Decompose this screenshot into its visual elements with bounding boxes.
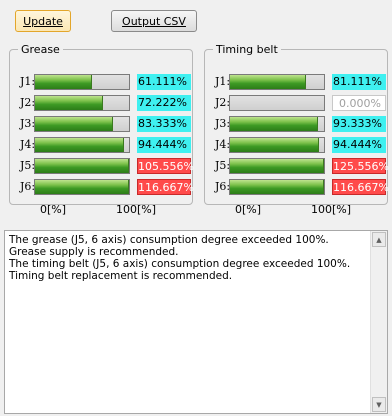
belt-row-j6: J6: 116.667%: [205, 178, 389, 199]
grease-scale-min: 0[%]: [40, 203, 67, 216]
belt-j1-label: J1:: [215, 75, 231, 88]
belt-j6-bar-fill: [230, 180, 324, 194]
belt-j1-value: 81.111%: [332, 74, 386, 90]
grease-j4-bar: [34, 137, 130, 153]
grease-j5-bar: [34, 158, 130, 174]
belt-j1-bar: [229, 74, 325, 90]
belt-scale-min: 0[%]: [235, 203, 262, 216]
belt-rows: J1: 81.111% J2: 0.000% J3: 93.333% J4: 9…: [205, 73, 389, 199]
timing-belt-group: Timing belt J1: 81.111% J2: 0.000% J3: 9…: [204, 43, 389, 216]
belt-j3-bar: [229, 116, 325, 132]
grease-j4-value: 94.444%: [137, 137, 191, 153]
belt-j2-bar: [229, 95, 325, 111]
grease-row-j2: J2: 72.222%: [10, 94, 192, 115]
scroll-down-arrow-icon[interactable]: ▼: [372, 397, 386, 412]
belt-row-j2: J2: 0.000%: [205, 94, 387, 115]
grease-j1-bar: [34, 74, 130, 90]
grease-j5-value: 105.556%: [137, 158, 194, 174]
belt-j3-label: J3:: [215, 117, 231, 130]
timing-belt-group-title: Timing belt: [216, 43, 278, 56]
message-log[interactable]: The grease (J5, 6 axis) consumption degr…: [4, 230, 388, 414]
belt-j5-value: 125.556%: [332, 158, 389, 174]
grease-j1-bar-fill: [35, 75, 93, 89]
grease-j4-label: J4:: [20, 138, 36, 151]
grease-row-j3: J3: 83.333%: [10, 115, 192, 136]
belt-j6-value: 116.667%: [332, 179, 389, 195]
grease-j6-label: J6:: [20, 180, 36, 193]
belt-j5-bar-fill: [230, 159, 324, 173]
output-csv-button[interactable]: Output CSV: [111, 10, 197, 32]
grease-j1-label: J1:: [20, 75, 36, 88]
grease-j6-bar: [34, 179, 130, 195]
grease-row-j5: J5: 105.556%: [10, 157, 194, 178]
output-csv-button-label: Output CSV: [122, 14, 186, 28]
grease-row-j4: J4: 94.444%: [10, 136, 192, 157]
belt-j2-value: 0.000%: [332, 95, 386, 111]
grease-j2-label: J2:: [20, 96, 36, 109]
grease-j6-bar-fill: [35, 180, 129, 194]
belt-j5-bar: [229, 158, 325, 174]
grease-group-title: Grease: [21, 43, 60, 56]
belt-row-j5: J5: 125.556%: [205, 157, 389, 178]
belt-j3-bar-fill: [230, 117, 318, 131]
message-log-scrollbar[interactable]: ▲ ▼: [370, 231, 387, 413]
message-log-text: The grease (J5, 6 axis) consumption degr…: [9, 234, 351, 282]
belt-j4-bar: [229, 137, 325, 153]
belt-j2-label: J2:: [215, 96, 231, 109]
belt-j1-bar-fill: [230, 75, 307, 89]
belt-row-j1: J1: 81.111%: [205, 73, 387, 94]
belt-j4-bar-fill: [230, 138, 319, 152]
grease-row-j6: J6: 116.667%: [10, 178, 194, 199]
belt-j3-value: 93.333%: [332, 116, 386, 132]
grease-j3-label: J3:: [20, 117, 36, 130]
belt-j4-value: 94.444%: [332, 137, 386, 153]
belt-j4-label: J4:: [215, 138, 231, 151]
belt-j6-label: J6:: [215, 180, 231, 193]
scroll-up-arrow-icon[interactable]: ▲: [372, 232, 386, 247]
update-button-label: Update: [23, 14, 63, 28]
grease-group: Grease J1: 61.111% J2: 72.222% J3: 83.33…: [9, 43, 194, 216]
grease-j6-value: 116.667%: [137, 179, 194, 195]
update-button[interactable]: Update: [15, 10, 71, 32]
grease-j2-bar-fill: [35, 96, 103, 110]
grease-j2-bar: [34, 95, 130, 111]
grease-j3-bar: [34, 116, 130, 132]
belt-scale-max: 100[%]: [311, 203, 352, 216]
grease-row-j1: J1: 61.111%: [10, 73, 192, 94]
belt-row-j3: J3: 93.333%: [205, 115, 387, 136]
grease-scale-max: 100[%]: [116, 203, 157, 216]
grease-j3-value: 83.333%: [137, 116, 191, 132]
belt-row-j4: J4: 94.444%: [205, 136, 387, 157]
grease-j1-value: 61.111%: [137, 74, 191, 90]
grease-j4-bar-fill: [35, 138, 124, 152]
grease-j2-value: 72.222%: [137, 95, 191, 111]
grease-j5-label: J5:: [20, 159, 36, 172]
grease-j3-bar-fill: [35, 117, 114, 131]
belt-j6-bar: [229, 179, 325, 195]
grease-rows: J1: 61.111% J2: 72.222% J3: 83.333% J4: …: [10, 73, 194, 199]
grease-j5-bar-fill: [35, 159, 129, 173]
belt-j5-label: J5:: [215, 159, 231, 172]
